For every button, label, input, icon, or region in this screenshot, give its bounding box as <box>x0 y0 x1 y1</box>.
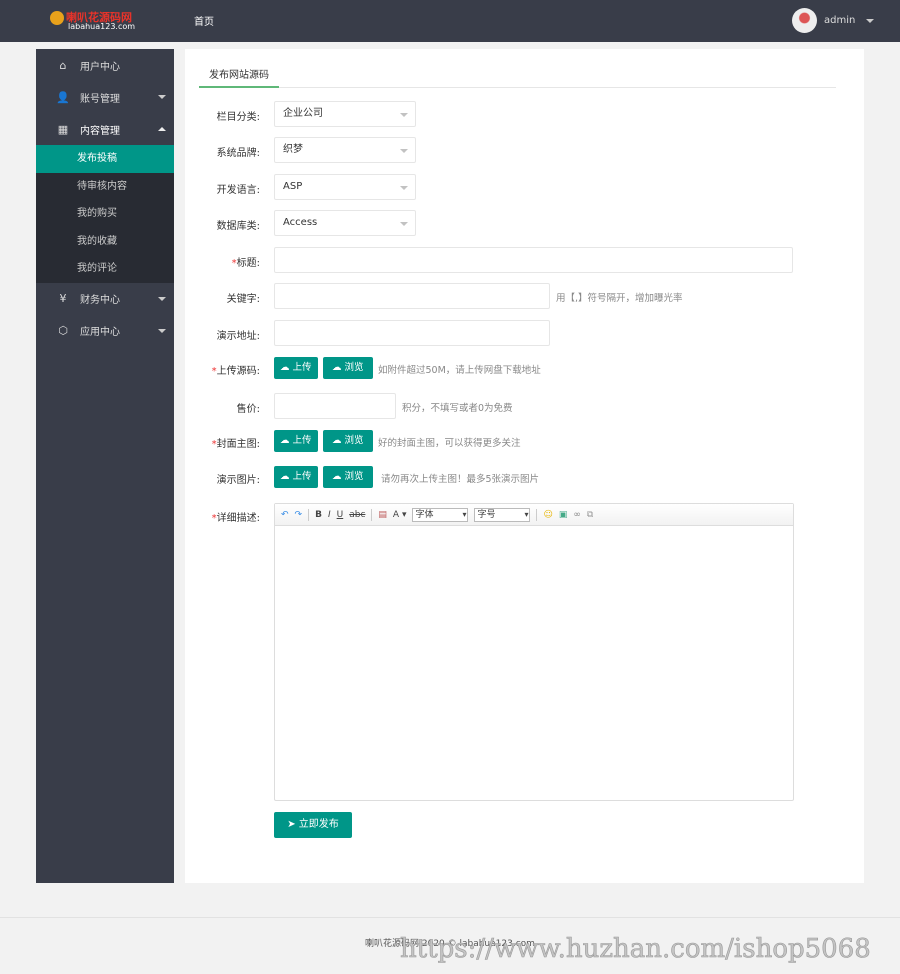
sidebar-item-finance[interactable]: ¥ 财务中心 <box>36 283 174 315</box>
demo-images-row: 演示图片: ☁ 上传 ☁ 浏览 请勿再次上传主图！最多5张演示图片 <box>185 466 864 492</box>
language-select[interactable]: ASP <box>274 174 416 200</box>
database-select[interactable]: Access <box>274 210 416 236</box>
font-color-button[interactable]: A ▾ <box>393 510 407 520</box>
title-input[interactable] <box>274 247 793 273</box>
submenu-item-favorites[interactable]: 我的收藏 <box>36 228 174 256</box>
demo-url-input[interactable] <box>274 320 550 346</box>
avatar <box>792 8 817 33</box>
price-row: 售价: 积分，不填写或者0为免费 <box>185 393 864 419</box>
cloud-upload-icon: ☁ <box>280 435 293 446</box>
link-icon[interactable]: ∞ <box>573 510 581 520</box>
chevron-up-icon <box>158 127 166 131</box>
sidebar-item-account[interactable]: 👤 账号管理 <box>36 81 174 113</box>
watermark: https://www.huzhan.com/ishop5068 <box>400 934 871 965</box>
category-row: 栏目分类: 企业公司 <box>185 101 864 127</box>
cube-icon: ⬡ <box>58 324 68 337</box>
cloud-icon: ☁ <box>332 362 345 373</box>
rich-text-editor: ↶ ↷ BIUabc ▤ A ▾ 字体 字号 ☺ ▣ ∞ ⧉ <box>274 503 794 801</box>
top-header: 喇叭花源码网 labahua123.com 首页 admin <box>0 0 900 42</box>
grid-icon: ▦ <box>57 122 69 136</box>
database-row: 数据库类: Access <box>185 210 864 236</box>
italic-button[interactable]: I <box>328 510 331 520</box>
bold-button[interactable]: B <box>315 510 322 520</box>
source-browse-button[interactable]: ☁ 浏览 <box>323 357 373 379</box>
footer-divider <box>0 917 900 918</box>
category-select[interactable]: 企业公司 <box>274 101 416 127</box>
submit-button[interactable]: ➤ 立即发布 <box>274 812 352 838</box>
keywords-row: 关键字: 用【,】符号隔开，增加曝光率 <box>185 283 864 309</box>
submenu-item-comments[interactable]: 我的评论 <box>36 255 174 283</box>
demo-images-upload-button[interactable]: ☁ 上传 <box>274 466 318 488</box>
font-size-select[interactable]: 字号 <box>474 507 531 522</box>
submenu: 发布投稿 待审核内容 我的购买 我的收藏 我的评论 <box>36 145 174 283</box>
editor-toolbar: ↶ ↷ BIUabc ▤ A ▾ 字体 字号 ☺ ▣ ∞ ⧉ <box>275 504 793 526</box>
brand-row: 系统品牌: 织梦 <box>185 137 864 163</box>
font-family-select[interactable]: 字体 <box>412 507 469 522</box>
home-icon: ⌂ <box>59 58 67 72</box>
cloud-icon: ☁ <box>332 471 345 482</box>
source-row: *上传源码: ☁ 上传 ☁ 浏览 如附件超过50M，请上传网盘下载地址 <box>185 357 864 383</box>
underline-button[interactable]: U <box>337 510 344 520</box>
main-panel: 发布网站源码 栏目分类: 企业公司 系统品牌: 织梦 开发语言: ASP 数据库类: A… <box>185 49 864 883</box>
demo-url-row: 演示地址: <box>185 320 864 346</box>
language-row: 开发语言: ASP <box>185 174 864 200</box>
sidebar-item-content[interactable]: ▦ 内容管理 <box>36 113 174 145</box>
user-menu[interactable]: admin <box>792 8 875 33</box>
tab-publish-source[interactable]: 发布网站源码 <box>199 61 279 88</box>
cloud-upload-icon: ☁ <box>280 471 293 482</box>
yen-icon: ¥ <box>59 292 67 305</box>
strikethrough-button[interactable]: abc <box>349 510 365 520</box>
submenu-item-purchases[interactable]: 我的购买 <box>36 200 174 228</box>
cloud-icon: ☁ <box>332 435 345 446</box>
chevron-down-icon <box>158 95 166 99</box>
submenu-item-pending[interactable]: 待审核内容 <box>36 173 174 201</box>
format-icon[interactable]: ▤ <box>378 510 387 520</box>
emoji-icon[interactable]: ☺ <box>543 510 552 520</box>
user-icon: 👤 <box>56 90 70 104</box>
unlink-icon[interactable]: ⧉ <box>587 510 593 520</box>
sidebar-item-apps[interactable]: ⬡ 应用中心 <box>36 315 174 347</box>
submenu-item-publish[interactable]: 发布投稿 <box>36 145 174 173</box>
brand-select[interactable]: 织梦 <box>274 137 416 163</box>
tab-bar: 发布网站源码 <box>199 61 836 88</box>
send-icon: ➤ <box>287 819 299 830</box>
chevron-down-icon <box>158 328 166 333</box>
cover-browse-button[interactable]: ☁ 浏览 <box>323 430 373 452</box>
logo[interactable]: 喇叭花源码网 labahua123.com <box>48 9 135 33</box>
keywords-input[interactable] <box>274 283 550 309</box>
cloud-upload-icon: ☁ <box>280 362 293 373</box>
demo-images-browse-button[interactable]: ☁ 浏览 <box>323 466 373 488</box>
title-row: *标题: <box>185 247 864 273</box>
chevron-down-icon <box>158 296 166 301</box>
redo-icon[interactable]: ↷ <box>295 510 303 520</box>
chevron-down-icon <box>866 18 875 23</box>
image-icon[interactable]: ▣ <box>559 510 568 520</box>
sidebar: ⌂ 用户中心 👤 账号管理 ▦ 内容管理 发布投稿 待审核内容 我的购买 我的收藏 我… <box>36 49 174 883</box>
cover-row: *封面主图: ☁ 上传 ☁ 浏览 好的封面主图，可以获得更多关注 <box>185 430 864 456</box>
nav-home-link[interactable]: 首页 <box>194 13 214 28</box>
sidebar-item-user-center[interactable]: ⌂ 用户中心 <box>36 49 174 81</box>
source-upload-button[interactable]: ☁ 上传 <box>274 357 318 379</box>
price-input[interactable] <box>274 393 396 419</box>
undo-icon[interactable]: ↶ <box>281 510 289 520</box>
cover-upload-button[interactable]: ☁ 上传 <box>274 430 318 452</box>
